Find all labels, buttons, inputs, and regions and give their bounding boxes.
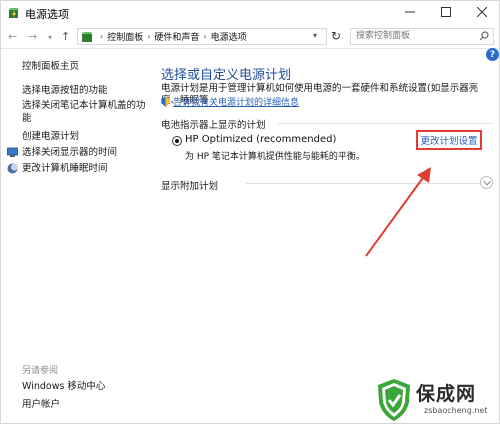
page-title: 选择或自定义电源计划 xyxy=(161,68,292,83)
plan-description: 为 HP 笔记本计算机提供性能与能耗的平衡。 xyxy=(185,152,365,162)
section-divider xyxy=(278,123,492,124)
red-arrow-annotation xyxy=(365,167,431,257)
breadcrumb-item-control-panel[interactable]: 控制面板 xyxy=(107,30,143,43)
learn-more-text[interactable]: 告诉我有关电源计划的详细信息 xyxy=(173,95,299,108)
refresh-icon[interactable]: ↻ xyxy=(331,29,341,43)
sidebar-item-sleep-time[interactable]: 更改计算机睡眠时间 xyxy=(22,162,108,175)
uac-shield-icon xyxy=(161,96,170,107)
breadcrumb-item-hardware-sound[interactable]: 硬件和声音 xyxy=(154,30,199,43)
search-icon xyxy=(479,31,489,41)
sidebar-item-lid-close[interactable]: 选择关闭笔记本计算机盖的功能 xyxy=(22,99,147,125)
see-also-title: 另请参阅 xyxy=(22,366,59,376)
moon-icon xyxy=(7,163,18,174)
sidebar-item-control-panel-home[interactable]: 控制面板主页 xyxy=(22,60,79,73)
expand-button[interactable] xyxy=(480,176,493,189)
watermark: 保成网 zsbaocheng.net xyxy=(372,376,500,424)
sidebar-item-mobility-center[interactable]: Windows 移动中心 xyxy=(22,380,105,393)
power-options-window: 电源选项 ← → ▾ ↑ › 控制面板 › 硬件和声音 › 电源选项 ▾ ↻ 搜… xyxy=(0,0,500,424)
sidebar: 控制面板主页 选择电源按钮的功能 选择关闭笔记本计算机盖的功能 创建电源计划 选… xyxy=(1,51,151,424)
search-placeholder: 搜索控制面板 xyxy=(356,31,411,41)
learn-more-link[interactable]: 告诉我有关电源计划的详细信息 xyxy=(161,95,299,108)
recent-locations-icon[interactable]: ▾ xyxy=(48,33,52,42)
breadcrumb-item-power-options[interactable]: 电源选项 xyxy=(211,30,247,43)
sidebar-item-power-button[interactable]: 选择电源按钮的功能 xyxy=(22,84,108,97)
watermark-shield-icon xyxy=(378,379,410,421)
forward-arrow-icon[interactable]: → xyxy=(28,30,37,43)
watermark-url: zsbaocheng.net xyxy=(424,406,488,415)
title-bar: 电源选项 xyxy=(1,1,499,25)
sidebar-item-display-off-time[interactable]: 选择关闭显示器的时间 xyxy=(22,146,117,159)
breadcrumb-separator-icon: › xyxy=(203,32,207,41)
breadcrumb-separator-icon: › xyxy=(100,32,104,41)
minimize-button[interactable] xyxy=(393,1,427,23)
back-arrow-icon[interactable]: ← xyxy=(8,30,17,43)
breadcrumb-separator-icon: › xyxy=(147,32,151,41)
sidebar-item-user-accounts[interactable]: 用户帐户 xyxy=(22,398,60,411)
radio-selected-dot xyxy=(175,139,179,143)
display-shield-icon xyxy=(7,147,18,157)
close-icon xyxy=(477,7,487,17)
chevron-down-icon xyxy=(482,180,491,186)
change-plan-settings-link[interactable]: 更改计划设置 xyxy=(416,130,482,150)
battery-plans-heading: 电池指示器上显示的计划 xyxy=(161,120,266,131)
plan-radio-button[interactable] xyxy=(172,136,182,146)
breadcrumb[interactable]: › 控制面板 › 硬件和声音 › 电源选项 xyxy=(77,28,327,45)
sidebar-item-create-plan[interactable]: 创建电源计划 xyxy=(22,130,79,143)
plan-name[interactable]: HP Optimized (recommended) xyxy=(185,134,336,145)
address-dropdown-icon[interactable]: ▾ xyxy=(313,31,317,40)
window-title: 电源选项 xyxy=(25,8,69,21)
power-options-icon xyxy=(9,8,19,18)
control-panel-icon xyxy=(82,31,92,42)
minimize-icon xyxy=(405,11,415,13)
search-input[interactable]: 搜索控制面板 xyxy=(350,28,494,45)
up-arrow-icon[interactable]: ↑ xyxy=(61,30,70,43)
show-additional-plans-label[interactable]: 显示附加计划 xyxy=(161,178,218,192)
address-bar: ← → ▾ ↑ › 控制面板 › 硬件和声音 › 电源选项 ▾ ↻ 搜索控制面板 xyxy=(1,25,499,49)
help-icon[interactable]: ? xyxy=(486,48,499,61)
watermark-title: 保成网 xyxy=(416,383,477,405)
maximize-button[interactable] xyxy=(429,1,463,23)
maximize-icon xyxy=(441,7,451,17)
close-button[interactable] xyxy=(465,1,499,23)
